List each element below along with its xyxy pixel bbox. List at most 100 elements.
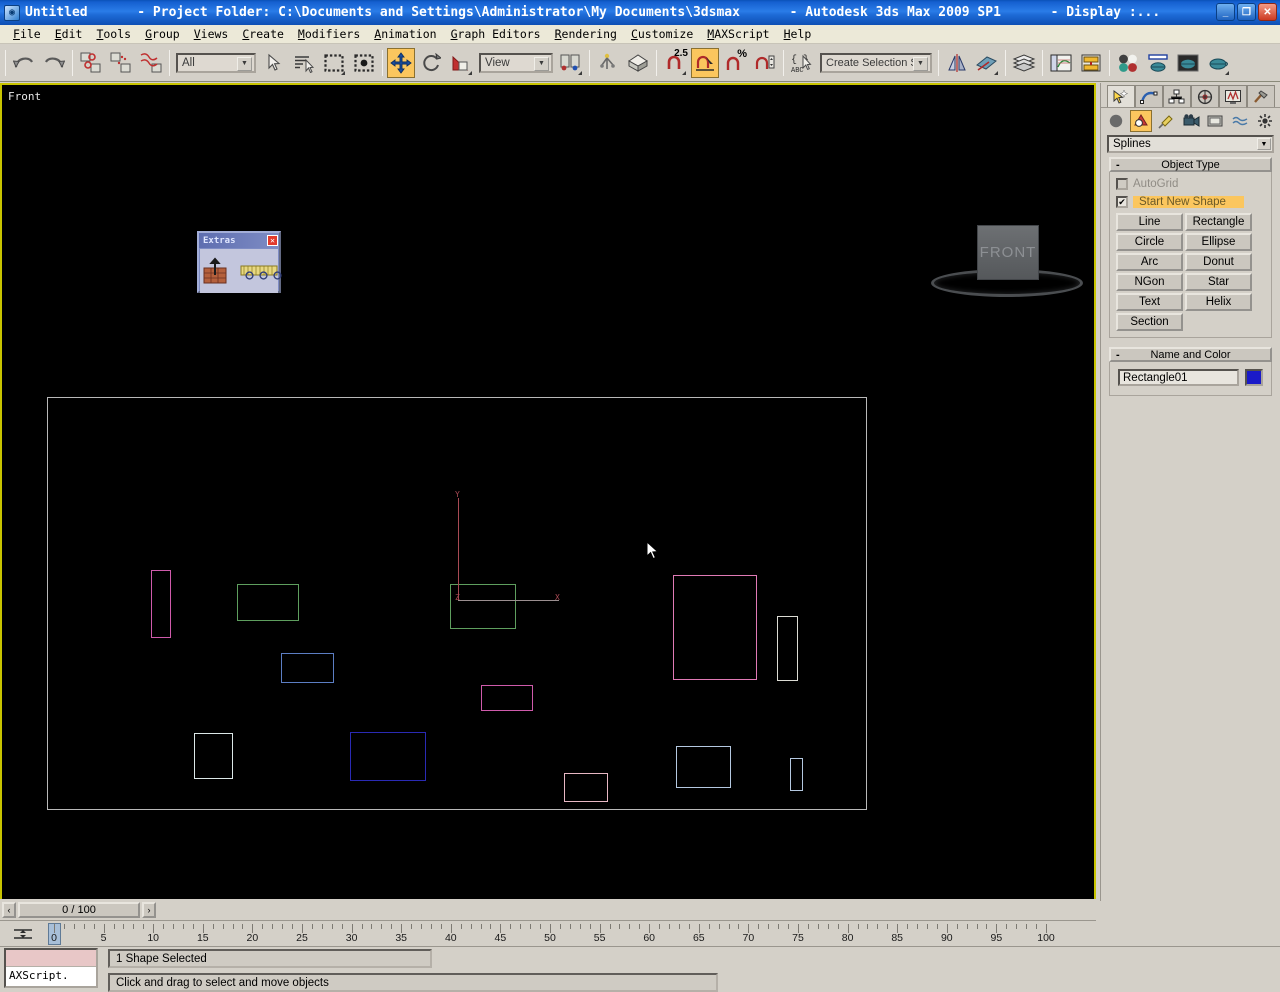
hierarchy-tab[interactable] [1163,85,1191,107]
object-type-donut-button[interactable]: Donut [1185,253,1252,271]
object-type-star-button[interactable]: Star [1185,273,1252,291]
helpers-icon[interactable] [1204,110,1227,132]
rectangle-white-narrow-right[interactable] [777,616,798,681]
object-type-rectangle-button[interactable]: Rectangle [1185,213,1252,231]
object-type-section-button[interactable]: Section [1116,313,1183,331]
rectangle-lightblue-lower-right[interactable] [676,746,731,788]
mirror-icon[interactable] [943,48,971,78]
extras-floating-toolbar[interactable]: Extras ✕ [197,231,282,293]
rectangle-magenta-tall-left[interactable] [151,570,171,638]
mini-curve-editor-icon[interactable] [12,925,34,943]
view-cube-face[interactable]: FRONT [977,225,1039,280]
select-and-manipulate-icon[interactable] [594,48,622,78]
select-and-rotate-icon[interactable] [417,48,445,78]
previous-frame-arrow[interactable]: ‹ [2,901,16,918]
menu-item-create[interactable]: Create [235,26,291,42]
autogrid-row[interactable]: AutoGrid [1116,176,1265,192]
object-type-line-button[interactable]: Line [1116,213,1183,231]
autogrid-checkbox[interactable] [1116,178,1128,190]
close-icon[interactable]: ✕ [267,235,278,246]
select-object-icon[interactable] [260,48,288,78]
restore-button[interactable]: ❐ [1237,3,1256,21]
clone-and-align-icon[interactable] [259,271,268,280]
systems-icon[interactable] [1253,110,1276,132]
collapse-icon[interactable]: - [1116,159,1120,171]
spinner-snap-toggle-icon[interactable] [751,48,779,78]
track-bar[interactable]: 0 5 10 15 20 25 30 35 40 45 50 55 60 65 70 75 80 85 90 95 10… [0,921,1280,947]
menu-item-group[interactable]: Group [138,26,187,42]
rectangle-pink-lower-center[interactable] [564,773,608,802]
shapes-icon[interactable] [1129,109,1153,132]
align-icon[interactable] [973,48,1001,78]
layer-manager-icon[interactable] [1010,48,1038,78]
rectangle-green-upper[interactable] [237,584,299,621]
geometry-icon[interactable] [1105,110,1128,132]
rectangle-white-square-lower-left[interactable] [194,733,233,779]
named-selection-set-combo[interactable]: Create Selection Set ▼ [820,52,932,73]
menu-item-views[interactable]: Views [187,26,236,42]
object-type-ngon-button[interactable]: NGon [1116,273,1183,291]
object-type-circle-button[interactable]: Circle [1116,233,1183,251]
menu-item-tools[interactable]: Tools [89,26,138,42]
curve-editor-icon[interactable] [1047,48,1075,78]
select-and-uniform-scale-icon[interactable] [447,48,475,78]
menu-item-file[interactable]: File [6,26,48,42]
select-by-name-icon[interactable] [290,48,318,78]
time-slider-handle[interactable]: 0 / 100 [18,901,140,918]
rectangle-blue-small[interactable] [281,653,334,683]
reference-coordinate-system-combo[interactable]: View ▼ [479,52,553,73]
create-tab[interactable] [1107,85,1135,107]
chevron-down-icon[interactable]: ▼ [913,56,928,71]
display-tab[interactable] [1219,85,1247,107]
object-type-helix-button[interactable]: Helix [1185,293,1252,311]
viewport-label[interactable]: Front [8,90,41,103]
normal-align-icon[interactable] [273,271,282,280]
gizmo-x-axis[interactable] [458,600,559,601]
menu-item-maxscript[interactable]: MAXScript [700,26,776,42]
gizmo-y-axis[interactable] [458,498,459,601]
schematic-view-icon[interactable] [1077,48,1105,78]
object-name-field[interactable]: Rectangle01 [1118,369,1239,386]
snaps-toggle-icon[interactable]: 2.5 [661,48,689,78]
menu-item-edit[interactable]: Edit [48,26,90,42]
menu-item-rendering[interactable]: Rendering [548,26,624,42]
percent-snap-toggle-icon[interactable]: % [721,48,749,78]
start-new-shape-checkbox[interactable]: ✔ [1116,196,1128,208]
viewport-front[interactable]: Front FRONT Y Z X Z Y X [0,83,1096,901]
bind-to-space-warp-icon[interactable] [137,48,165,78]
object-type-text-button[interactable]: Text [1116,293,1183,311]
utilities-tab[interactable] [1247,85,1275,107]
space-warps-icon[interactable] [1229,110,1252,132]
rectangular-selection-region-icon[interactable] [320,48,348,78]
rectangle-lightblue-narrow-right[interactable] [790,758,803,791]
render-production-icon[interactable] [1204,48,1232,78]
material-editor-icon[interactable] [1114,48,1142,78]
menu-item-help[interactable]: Help [777,26,819,42]
use-pivot-point-center-icon[interactable] [557,48,585,78]
rectangle-pink-large-right[interactable] [673,575,757,680]
view-cube[interactable]: FRONT [927,221,1087,309]
menu-item-animation[interactable]: Animation [367,26,443,42]
menu-item-modifiers[interactable]: Modifiers [291,26,367,42]
redo-icon[interactable] [40,48,68,78]
close-button[interactable]: ✕ [1258,3,1277,21]
edit-named-selection-sets-icon[interactable]: { } ABC [788,48,816,78]
select-and-move-icon[interactable] [387,47,415,78]
menu-item-customize[interactable]: Customize [624,26,700,42]
rectangle-darkblue-lower[interactable] [350,732,426,781]
object-type-arc-button[interactable]: Arc [1116,253,1183,271]
select-and-link-icon[interactable] [77,48,105,78]
rendered-frame-window-icon[interactable] [1174,48,1202,78]
undo-icon[interactable] [10,48,38,78]
minimize-button[interactable]: _ [1216,3,1235,21]
cameras-icon[interactable] [1179,110,1202,132]
chevron-down-icon[interactable]: ▼ [237,56,252,71]
lights-icon[interactable] [1154,110,1177,132]
name-and-color-rollout-header[interactable]: - Name and Color [1109,347,1272,362]
selection-filter-combo[interactable]: All ▼ [176,52,256,73]
keyboard-shortcut-override-icon[interactable] [624,48,652,78]
object-color-swatch[interactable] [1245,369,1263,386]
rectangle-magenta-lower-center[interactable] [481,685,533,711]
chevron-down-icon[interactable]: ▼ [1257,138,1271,150]
maxscript-mini-listener[interactable]: AXScript. [4,948,98,988]
